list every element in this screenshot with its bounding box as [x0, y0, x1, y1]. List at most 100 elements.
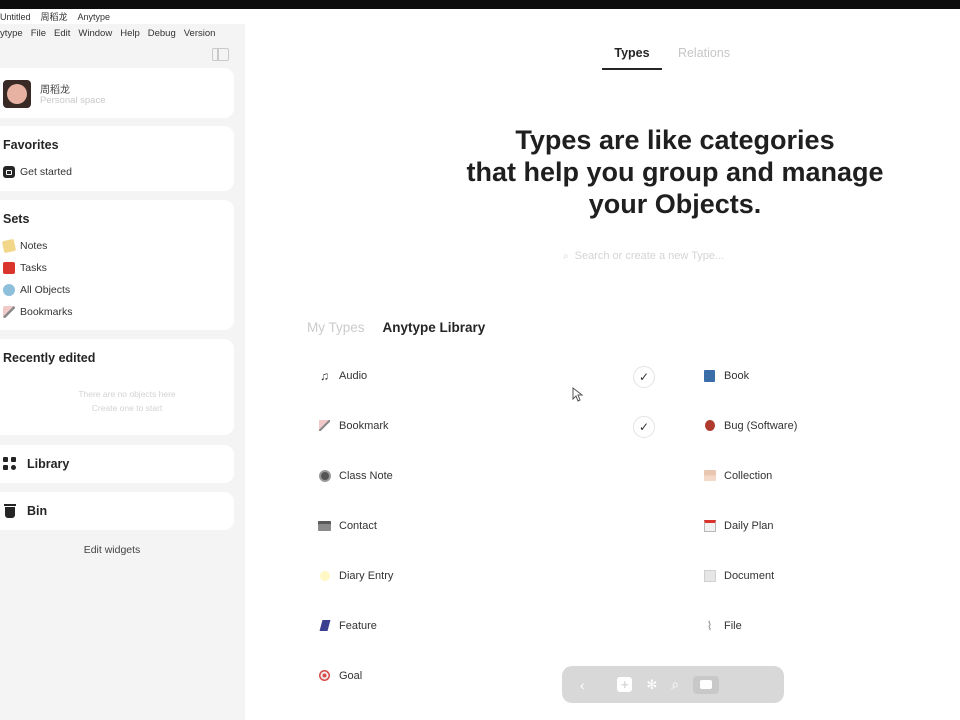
bin-label: Bin	[27, 504, 48, 518]
space-subtitle: Personal space	[40, 95, 106, 106]
sets-item-label: All Objects	[20, 284, 71, 296]
recent-empty-line2: Create one to start	[91, 403, 163, 413]
type-item-audio[interactable]: ♫ Audio	[318, 368, 367, 383]
document-icon	[703, 569, 716, 582]
tab-types[interactable]: Types	[602, 46, 662, 70]
bin-widget[interactable]: Bin	[0, 492, 234, 530]
tab-anytype-library[interactable]: Anytype Library	[383, 320, 486, 335]
tab-relations-label: Relations	[677, 46, 731, 60]
bug-icon	[703, 419, 716, 432]
library-label: Library	[27, 457, 70, 471]
menu-version[interactable]: Version	[184, 28, 216, 39]
sidebar: 周稻龙 Personal space Favorites Get started…	[0, 42, 245, 720]
type-item-goal[interactable]: Goal	[318, 669, 362, 682]
feature-icon	[318, 619, 331, 632]
sidebar-toggle-icon[interactable]	[212, 48, 229, 61]
type-label: Feature	[339, 619, 377, 632]
type-label: Book	[724, 369, 750, 382]
recent-empty-line1: There are no objects here	[78, 389, 176, 399]
mouse-cursor-icon	[572, 387, 584, 402]
type-item-file[interactable]: ⌇ File	[703, 618, 742, 633]
type-label: Bookmark	[339, 419, 389, 432]
avatar	[3, 80, 31, 108]
type-label: File	[724, 619, 742, 632]
plus-icon[interactable]: +	[617, 677, 633, 692]
collection-icon	[703, 469, 716, 482]
recent-title[interactable]: Recently edited	[3, 351, 95, 365]
edit-widgets-button[interactable]: Edit widgets	[0, 544, 224, 556]
type-item-diary-entry[interactable]: Diary Entry	[318, 569, 393, 582]
sets-item-notes[interactable]: Notes	[1, 238, 47, 254]
type-item-daily-plan[interactable]: Daily Plan	[703, 519, 774, 532]
task-icon	[3, 262, 15, 274]
sets-title[interactable]: Sets	[3, 212, 29, 226]
type-item-document[interactable]: Document	[703, 569, 774, 582]
search-icon[interactable]: ⌕	[671, 676, 679, 693]
music-note-icon: ♫	[320, 368, 329, 383]
goal-icon	[318, 669, 331, 682]
top-tabs: Types Relations	[245, 46, 960, 70]
class-note-icon	[318, 469, 331, 482]
space-icon[interactable]	[693, 675, 720, 694]
sets-item-bookmarks[interactable]: Bookmarks	[3, 306, 73, 318]
type-label: Contact	[339, 519, 377, 532]
paperclip-icon: ⌇	[706, 618, 713, 633]
type-search-input[interactable]: ⌕ Search or create a new Type...	[563, 250, 724, 262]
forward-arrow-icon[interactable]: ›	[599, 677, 604, 693]
favorites-item-get-started[interactable]: Get started	[3, 166, 72, 178]
sets-item-label: Tasks	[20, 262, 47, 274]
title-part-space: 周稻龙	[40, 12, 68, 22]
contact-icon	[318, 519, 331, 532]
menu-debug[interactable]: Debug	[148, 28, 176, 39]
type-item-class-note[interactable]: Class Note	[318, 469, 393, 482]
search-placeholder: Search or create a new Type...	[574, 250, 725, 262]
back-arrow-icon[interactable]: ‹	[580, 677, 585, 693]
type-item-collection[interactable]: Collection	[703, 469, 772, 482]
tab-relations[interactable]: Relations	[673, 46, 735, 60]
tab-my-types[interactable]: My Types	[307, 320, 365, 335]
type-label: Collection	[724, 469, 773, 482]
calendar-icon	[703, 519, 716, 532]
type-item-bookmark[interactable]: Bookmark	[318, 419, 389, 432]
page-title-line: that help you group and manage	[466, 157, 884, 187]
type-label: Class Note	[339, 469, 393, 482]
type-label: Document	[724, 569, 775, 582]
checkmark-icon: ✓	[638, 370, 650, 384]
type-label: Goal	[339, 669, 363, 682]
sets-item-tasks[interactable]: Tasks	[3, 262, 47, 274]
sets-item-label: Bookmarks	[20, 306, 73, 318]
type-label: Bug (Software)	[724, 419, 798, 432]
checkmark-icon: ✓	[638, 420, 650, 434]
menu-window[interactable]: Window	[78, 28, 112, 39]
favorites-title[interactable]: Favorites	[3, 138, 59, 152]
globe-icon	[3, 284, 15, 296]
page-title: Types are like categories that help you …	[445, 124, 905, 220]
graph-icon[interactable]: ✻	[646, 677, 657, 693]
note-icon	[1, 238, 17, 254]
title-part-document: Untitled	[0, 11, 31, 22]
installed-check[interactable]: ✓	[633, 366, 655, 388]
favorites-widget: Favorites Get started	[0, 126, 234, 191]
get-started-icon	[3, 166, 15, 178]
menu-app[interactable]: ytype	[0, 28, 23, 39]
diary-icon	[318, 569, 331, 582]
recent-widget: Recently edited There are no objects her…	[0, 339, 234, 435]
menu-help[interactable]: Help	[120, 28, 140, 39]
space-card[interactable]: 周稻龙 Personal space	[0, 68, 234, 118]
type-item-book[interactable]: Book	[703, 369, 749, 382]
library-icon	[3, 457, 17, 471]
navigation-dock: ‹ › + ✻ ⌕	[562, 666, 784, 703]
bookmark-icon	[318, 419, 331, 432]
type-item-feature[interactable]: Feature	[318, 619, 377, 632]
menu-file[interactable]: File	[31, 28, 46, 39]
menu-edit[interactable]: Edit	[54, 28, 70, 39]
type-item-bug[interactable]: Bug (Software)	[703, 419, 797, 432]
library-tabs: My Types Anytype Library	[307, 320, 485, 335]
bin-icon	[4, 504, 16, 518]
sets-item-all-objects[interactable]: All Objects	[3, 284, 70, 296]
title-part-app: Anytype	[77, 11, 111, 22]
library-widget[interactable]: Library	[0, 445, 234, 483]
type-item-contact[interactable]: Contact	[318, 519, 377, 532]
installed-check[interactable]: ✓	[633, 416, 655, 438]
page-title-line: your Objects.	[588, 189, 762, 219]
